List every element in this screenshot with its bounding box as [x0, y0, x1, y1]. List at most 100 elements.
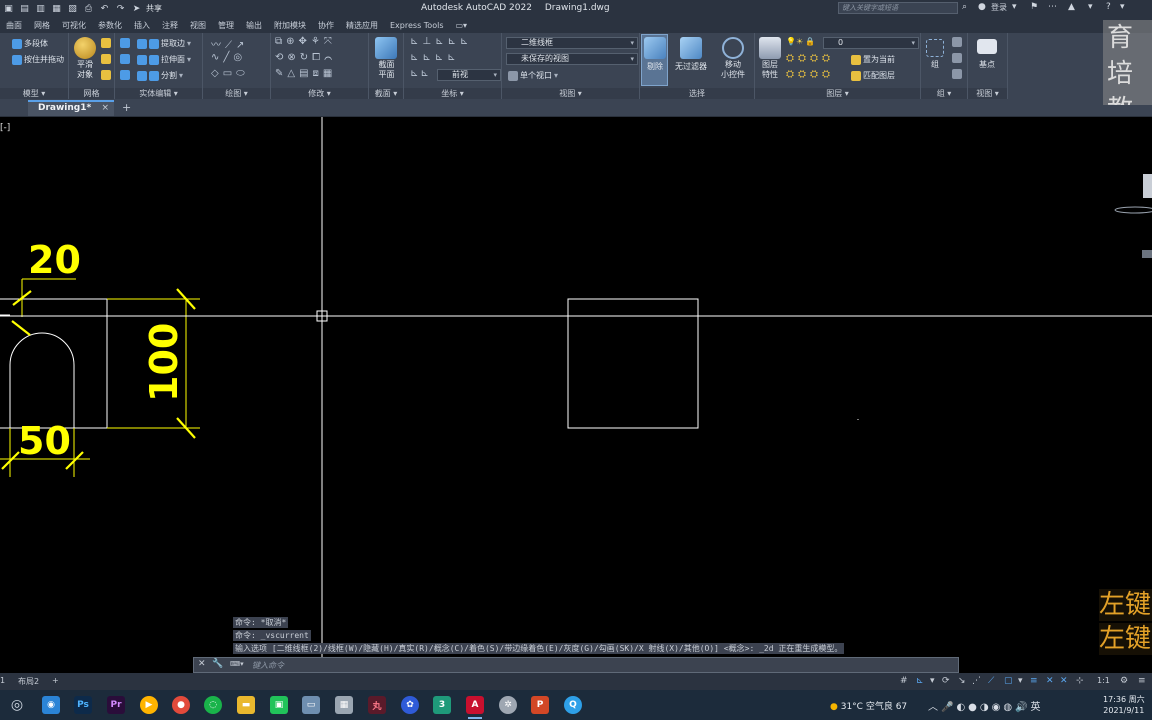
tab-featured-apps[interactable]: 精选应用 [340, 20, 384, 31]
dim-20-text[interactable]: 20 [28, 238, 81, 282]
dim-100-text[interactable]: 100 [142, 323, 186, 402]
draw-tools-row-3[interactable]: ◇▭⬭ [211, 68, 249, 79]
visual-style-combo[interactable]: 二维线框 ▾ [506, 37, 638, 49]
red-app-icon[interactable]: 丸 [368, 696, 386, 714]
left-geometry[interactable] [0, 298, 108, 429]
open-file-icon[interactable]: ▥ [33, 2, 48, 15]
close-command-line-icon[interactable]: ✕ [198, 659, 206, 669]
layout-tab-2[interactable]: 布局2 [18, 676, 39, 687]
start-icon[interactable]: ◎ [8, 696, 26, 714]
dim-50-text[interactable]: 50 [18, 419, 71, 463]
base-point-label[interactable]: 基点 [974, 60, 1000, 70]
tab-insert[interactable]: 插入 [128, 20, 156, 31]
layer-tools-row-2[interactable]: ⛭⛭⛭⛭ [786, 69, 834, 80]
cart-icon[interactable]: ⚑ [1030, 2, 1038, 12]
wechat-icon[interactable]: ◌ [204, 696, 222, 714]
new-file-icon[interactable]: ▤ [17, 2, 32, 15]
viewcube-icon[interactable] [1143, 174, 1152, 198]
close-tab-icon[interactable]: × [101, 102, 109, 115]
viewport-config-button[interactable]: 单个视口 ▾ [508, 70, 558, 81]
grid-icon[interactable]: # [900, 676, 908, 686]
ucs-tools-row-3[interactable]: ⊾⊾ [410, 68, 431, 79]
section-plane-icon[interactable] [375, 37, 397, 59]
photoshop-icon[interactable]: Ps [74, 696, 92, 714]
premiere-icon[interactable]: Pr [107, 696, 125, 714]
undo-icon[interactable]: ↶ [97, 2, 112, 15]
mesh-tool-2-icon[interactable] [101, 54, 111, 64]
move-gizmo-icon[interactable] [722, 37, 744, 59]
app-menu-icon[interactable]: ▣ [1, 2, 16, 15]
file-explorer-icon[interactable]: ▬ [237, 696, 255, 714]
smooth-object-label[interactable]: 平滑 对象 [72, 60, 98, 80]
object-snap-icon[interactable]: ▢ [1004, 676, 1013, 686]
recent-commands-icon[interactable]: ⌨▾ [230, 660, 248, 670]
cull-icon[interactable] [644, 37, 666, 59]
annotation-scale-value[interactable]: 1:1 [1097, 676, 1110, 685]
layer-tools-row-1[interactable]: ⛭⛭⛭⛭ [786, 53, 834, 64]
clock[interactable]: 17:36 周六 2021/9/11 [1103, 694, 1145, 716]
modify-tools-row-1[interactable]: ⧉⊕✥⚘⤧ [275, 36, 336, 47]
plot-icon[interactable]: ⎙ [81, 2, 96, 15]
draw-tools-row-1[interactable]: 〰⟋↗ [211, 36, 248, 51]
save-icon[interactable]: ▦ [49, 2, 64, 15]
share-button[interactable]: 共享 [146, 3, 162, 14]
tab-overflow-icon[interactable]: ▭▾ [450, 21, 474, 30]
polar-tracking-icon[interactable]: ↘ [958, 676, 966, 686]
object-snap-tracking-icon[interactable]: ⟋ [988, 676, 994, 686]
intersect-icon[interactable] [120, 70, 130, 80]
dropdown-chevron-icon[interactable]: ▾ [1012, 2, 1017, 12]
tab-surface[interactable]: 曲面 [0, 20, 28, 31]
sign-in-button[interactable]: 登录 [991, 2, 1007, 13]
polysolid-button[interactable]: 多段体 [12, 38, 48, 49]
3d-app-icon[interactable]: 3 [433, 696, 451, 714]
search-app-icon[interactable]: Q [564, 696, 582, 714]
no-filter-label[interactable]: 无过滤器 [672, 62, 710, 72]
snap-dropdown-icon[interactable]: ▾ [930, 676, 935, 686]
smooth-object-icon[interactable] [74, 37, 96, 59]
snap-mode-icon[interactable]: ⊾ [916, 676, 924, 686]
drawing-svg[interactable]: 20 100 50 [0, 117, 1152, 657]
set-current-button[interactable]: 置为当前 [851, 54, 895, 65]
customize-icon[interactable]: 🔧 [212, 659, 223, 669]
ucs-tools-row-1[interactable]: ⊾⊥⊾⊾⊾ [410, 36, 472, 47]
exchange-icon[interactable]: ⋯ [1048, 2, 1057, 12]
extract-edges-button[interactable]: 提取边 ▾ [137, 38, 191, 49]
redo-icon[interactable]: ↷ [113, 2, 128, 15]
computer-icon[interactable]: ▭ [302, 696, 320, 714]
tab-view[interactable]: 视图 [184, 20, 212, 31]
file-tab-drawing1[interactable]: Drawing1* × [28, 100, 114, 116]
drawing-canvas[interactable]: 20 100 50 [-][前视][二维线框] 命令: *取消* 命令: _vs… [0, 117, 1152, 657]
search-icon[interactable]: ⌕ [962, 2, 967, 12]
tab-mesh[interactable]: 网格 [28, 20, 56, 31]
save-as-icon[interactable]: ▧ [65, 2, 80, 15]
modify-tools-row-3[interactable]: ✎△▤⧈▦ [275, 68, 336, 79]
settings-app-icon[interactable]: ✲ [499, 696, 517, 714]
autodesk-a360-icon[interactable]: ▲ [1068, 2, 1075, 12]
layer-state-icons[interactable]: 💡☀ 🔒 [786, 37, 815, 46]
annotation-visibility-icon[interactable]: ✕ [1046, 676, 1054, 686]
separate-button[interactable]: 分割 ▾ [137, 70, 183, 81]
tab-express-tools[interactable]: Express Tools [384, 21, 450, 30]
help-search-input[interactable]: 键入关键字或短语 [838, 2, 958, 14]
group-label[interactable]: 组 [924, 60, 946, 70]
ungroup-icon[interactable] [952, 37, 962, 47]
annotation-scale-icon[interactable]: ⊹ [1076, 676, 1084, 686]
base-view-icon[interactable] [977, 39, 997, 54]
draw-tools-row-2[interactable]: ∿╱◎ [211, 52, 246, 63]
viewport-controls-label[interactable]: [-][前视][二维线框] [0, 120, 10, 133]
tab-output[interactable]: 输出 [240, 20, 268, 31]
calculator-icon[interactable]: ▦ [335, 696, 353, 714]
move-gizmo-label[interactable]: 移动 小控件 [716, 60, 750, 80]
match-layer-button[interactable]: 匹配图层 [851, 70, 895, 81]
union-icon[interactable] [120, 38, 130, 48]
filter-icon[interactable] [680, 37, 702, 59]
layer-properties-label[interactable]: 图层 特性 [755, 60, 785, 80]
viewcube-compass-icon[interactable] [1114, 206, 1152, 214]
cull-label[interactable]: 剔除 [642, 62, 668, 72]
add-layout-button[interactable]: + [52, 676, 59, 685]
extrude-faces-button[interactable]: 拉伸面 ▾ [137, 54, 191, 65]
chrome-icon[interactable]: ● [172, 696, 190, 714]
modify-tools-row-2[interactable]: ⟲⊗↻⧠⌒ [275, 52, 336, 63]
mesh-tool-3-icon[interactable] [101, 70, 111, 80]
navbar-icon[interactable] [1142, 250, 1152, 258]
